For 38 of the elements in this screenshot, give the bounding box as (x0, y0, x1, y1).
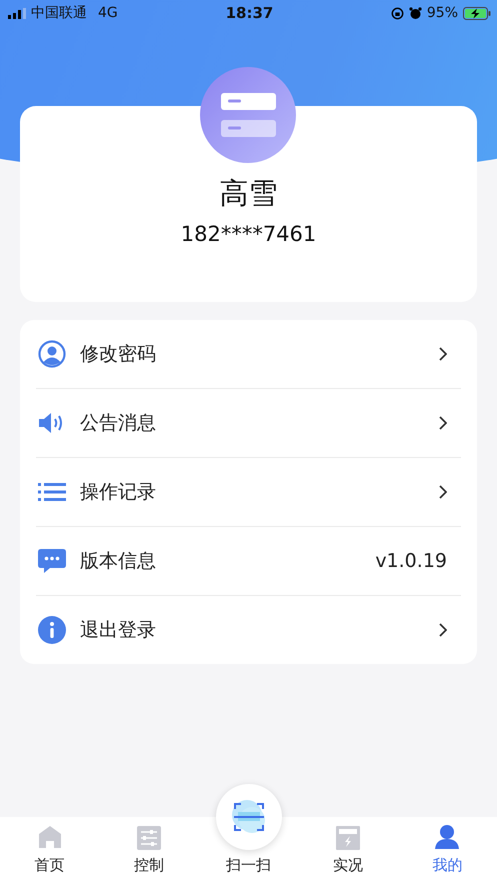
menu-item[interactable]: 修改密码 (36, 320, 461, 389)
sliders-icon (137, 826, 162, 850)
tab-item[interactable]: 首页 (0, 824, 100, 875)
menu-label: 操作记录 (80, 480, 157, 505)
user-icon (434, 824, 460, 850)
tab-item[interactable]: 控制 (99, 826, 199, 875)
scan-icon (230, 798, 268, 836)
user-icon (38, 340, 66, 368)
user-name: 高雪 (220, 175, 278, 212)
version-text: v1.0.19 (375, 550, 447, 572)
tab-item[interactable]: 实况 (298, 826, 398, 875)
chevron-right-icon (439, 416, 447, 430)
home-icon (36, 824, 63, 850)
menu-item[interactable]: 操作记录 (36, 458, 461, 527)
chevron-right-icon (439, 623, 447, 637)
alarm-icon (408, 6, 422, 20)
chevron-right-icon (439, 485, 447, 499)
tab-item[interactable]: 我的 (398, 824, 497, 875)
info-icon (38, 616, 66, 644)
menu-item[interactable]: 公告消息 (36, 389, 461, 458)
menu-item[interactable]: 退出登录 (36, 596, 461, 664)
chat-icon (38, 547, 66, 575)
menu-item[interactable]: 版本信息 v1.0.19 (36, 527, 461, 596)
chevron-right-icon (439, 347, 447, 361)
carrier-text: 中国联通 (31, 4, 87, 22)
battery-charging-icon (463, 6, 491, 20)
signal-icon (8, 8, 26, 18)
phone-number: 182****7461 (180, 222, 316, 246)
network-text: 4G (98, 5, 118, 21)
meter-icon (336, 826, 360, 850)
menu-label: 修改密码 (80, 342, 157, 367)
menu-label: 退出登录 (80, 618, 157, 643)
rotation-lock-icon (390, 6, 404, 20)
tab-item[interactable]: 扫一扫 (198, 784, 298, 875)
menu-label: 公告消息 (80, 411, 157, 436)
clock-time: 18:37 (226, 4, 274, 22)
battery-percent: 95% (426, 5, 458, 21)
menu-label: 版本信息 (80, 549, 157, 574)
